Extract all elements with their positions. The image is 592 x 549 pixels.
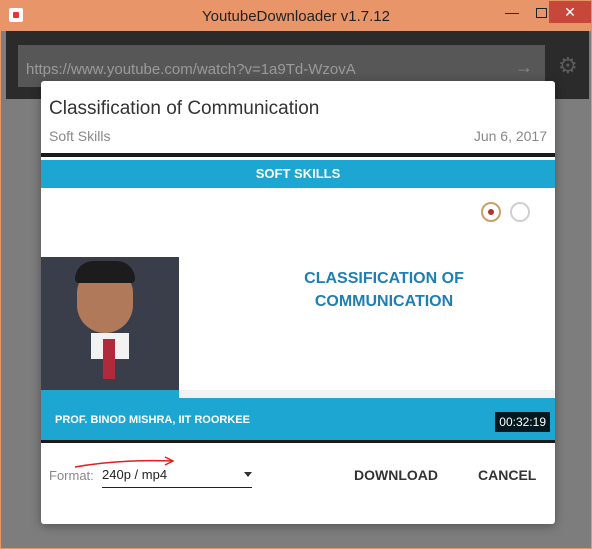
- download-button[interactable]: DOWNLOAD: [354, 467, 438, 483]
- annotation-arrow: [74, 456, 175, 468]
- presenter-banner: PROF. BINOD MISHRA, IIT ROORKEE: [41, 390, 555, 440]
- institute-logo-icon: [481, 202, 501, 222]
- channel-name: Soft Skills: [49, 128, 111, 144]
- minimize-button[interactable]: —: [498, 1, 526, 23]
- video-title: Classification of Communication: [49, 98, 320, 119]
- video-thumbnail: SOFT SKILLS CLASSIFICATION OF COMMUNICAT…: [41, 153, 555, 443]
- thumbnail-banner: SOFT SKILLS: [41, 160, 555, 188]
- title-bar[interactable]: YoutubeDownloader v1.7.12 — ✕: [1, 1, 591, 31]
- maximize-icon: [535, 8, 547, 19]
- duration-badge: 00:32:19: [495, 412, 550, 432]
- presenter-name: PROF. BINOD MISHRA, IIT ROORKEE: [55, 414, 250, 426]
- chevron-down-icon: [244, 472, 252, 477]
- url-value: https://www.youtube.com/watch?v=1a9Td-Wz…: [26, 61, 356, 78]
- presenter-photo: [41, 257, 179, 401]
- app-window: YoutubeDownloader v1.7.12 — ✕ https://ww…: [0, 0, 592, 549]
- cancel-button[interactable]: CANCEL: [478, 467, 536, 483]
- upload-date: Jun 6, 2017: [473, 128, 547, 144]
- slide-title: CLASSIFICATION OF COMMUNICATION: [304, 270, 464, 310]
- seal-icon: [510, 202, 530, 222]
- close-button[interactable]: ✕: [549, 1, 591, 23]
- gear-icon[interactable]: ⚙: [558, 53, 578, 79]
- arrow-right-icon[interactable]: →: [515, 57, 533, 78]
- thumbnail-image: SOFT SKILLS CLASSIFICATION OF COMMUNICAT…: [41, 157, 555, 440]
